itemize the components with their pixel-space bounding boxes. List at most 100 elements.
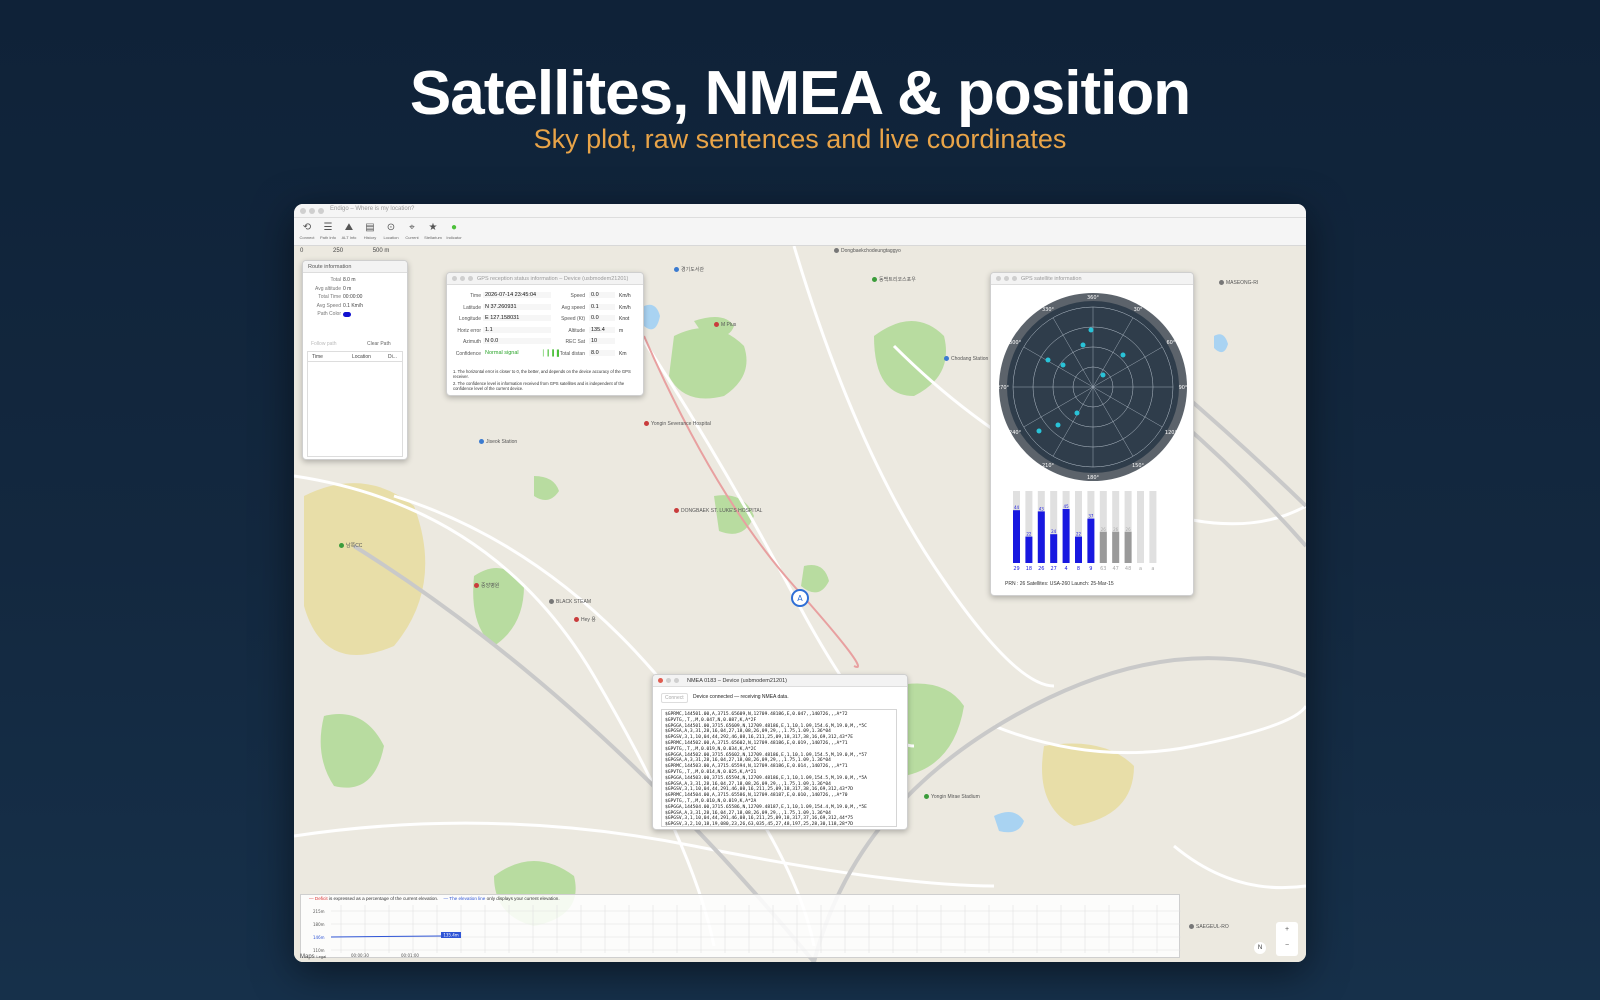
map-poi[interactable]: Dongbaekchodeungtaggyo (834, 248, 901, 254)
gps-value: 0.0 (589, 315, 615, 321)
route-label: Path Color (317, 311, 341, 317)
toolbar-current-button[interactable]: ⌖ Current (403, 221, 421, 243)
map-poi[interactable]: M Plus (714, 322, 736, 328)
poi-label: 남쪽CC (346, 543, 363, 549)
gps-label: Latitude (463, 304, 481, 311)
snr-bar (1087, 518, 1095, 563)
zoom-button[interactable] (318, 208, 324, 214)
stellarium-icon: ★ (428, 222, 438, 233)
snr-bar-chart: 44 29 22 18 43 26 24 27 45 4 22 8 37 9 26 63 26 47 26 48 a a (1013, 491, 1157, 572)
map-poi[interactable]: 경기도서관 (674, 266, 704, 273)
gps-unit: Km/h (619, 293, 631, 299)
close-button[interactable] (300, 208, 306, 214)
gps-label: Horiz error (457, 327, 481, 334)
path-color-swatch[interactable] (343, 312, 351, 317)
gps-label: Total distan (559, 350, 585, 357)
skyplot-azimuth-label: 90° (1179, 385, 1188, 391)
gps-label: Time (470, 293, 481, 299)
map-view[interactable]: A 0 250 500 m Dongbaekchodeungtaggyo 동백트리… (294, 246, 1306, 962)
toolbar-indicator-button[interactable]: ● Indicator (445, 221, 463, 243)
follow-path-button[interactable]: Follow path (311, 341, 337, 347)
map-poi[interactable]: Chodang Station (944, 356, 988, 362)
map-poi[interactable]: 동백트리코스포우 (872, 276, 916, 283)
route-info-panel: Route information Total 8.0 m Avg altitude… (302, 260, 408, 460)
gps-panel-title: GPS reception status information – Devic… (447, 273, 643, 285)
toolbar-label: Location (383, 235, 399, 240)
snr-bar (1050, 534, 1058, 563)
snr-bar (1124, 531, 1132, 563)
toolbar-location-button[interactable]: ⊙ Location (382, 221, 400, 243)
gps-label: Speed (Kt) (561, 316, 585, 322)
poi-pin-icon (834, 248, 839, 254)
map-poi[interactable]: SAEGEUL-RO (1189, 924, 1229, 930)
poi-pin-icon (714, 322, 719, 328)
map-poi[interactable]: Jiseok Station (479, 439, 517, 445)
gps-notes: 1. The horizontal error is closer to 0, … (453, 369, 639, 391)
map-poi[interactable]: MASEONG-RI (1219, 280, 1258, 286)
poi-pin-icon (549, 599, 554, 605)
title-bar: Endigo – Where is my location? (294, 204, 1306, 218)
route-column-header[interactable]: Di... (388, 354, 397, 360)
compass-button[interactable]: N (1254, 942, 1266, 954)
zoom-control[interactable]: + − (1276, 922, 1298, 956)
gps-label: Longitude (459, 316, 481, 322)
minimize-button[interactable] (309, 208, 315, 214)
gps-value: 0.0 (589, 292, 615, 298)
map-poi[interactable]: Yongin Severance Hospital (644, 421, 711, 427)
gps-value: N 37.260931 (483, 303, 551, 310)
altitude-icon: ⛰ (344, 222, 354, 233)
skyplot-azimuth-label: 300° (1009, 340, 1022, 346)
route-column-header[interactable]: Location (352, 354, 371, 360)
toolbar-label: History (363, 235, 377, 240)
route-column-header[interactable]: Time (312, 354, 323, 360)
poi-label: M Plus (721, 322, 737, 328)
map-poi[interactable]: Yongin Mirae Stadium (924, 794, 980, 800)
toolbar-alt-info-button[interactable]: ⛰ ALT Info (340, 221, 358, 243)
toolbar-path-info-button[interactable]: ☰ Path Info (319, 221, 337, 243)
route-value: 0.1 Km/h (343, 302, 364, 309)
snr-value-label: 22 (1026, 532, 1032, 537)
map-poi[interactable]: 중앙병원 (474, 582, 499, 589)
prn-label: 8 (1077, 566, 1080, 572)
poi-label: 중앙병원 (481, 583, 500, 589)
poi-label: Dongbaekchodeungtaggyo (841, 248, 901, 254)
toolbar-connect-button[interactable]: ⟲ Connect (298, 221, 316, 243)
toolbar-label: ALT Info (341, 235, 357, 240)
map-poi[interactable]: 남쪽CC (339, 542, 362, 549)
gps-value: 135.4 (589, 326, 615, 333)
path-info-icon: ☰ (323, 222, 333, 233)
prn-label: 47 (1113, 566, 1119, 572)
map-poi[interactable]: BLACK STEAM (549, 599, 591, 605)
gps-unit: Km/h (619, 304, 631, 311)
gps-value: 0.1 (589, 303, 615, 310)
toolbar-history-button[interactable]: ▤ History (361, 221, 379, 243)
poi-pin-icon (944, 356, 949, 362)
map-poi[interactable]: Hey 용 (574, 616, 596, 623)
gps-label: Azimuth (462, 339, 481, 345)
satellite-icon (1074, 410, 1080, 416)
route-value: 00:00:00 (343, 294, 363, 300)
nmea-log[interactable]: $GPRMC,144501.00,A,3715.65609,N,12709.48… (661, 709, 897, 827)
route-label: Total (330, 277, 341, 283)
clear-path-button[interactable]: Clear Path (367, 341, 391, 347)
map-poi[interactable]: DONGBAEK ST. LUKE'S HOSPITAL (674, 508, 762, 514)
window-title: Endigo – Where is my location? (330, 206, 415, 212)
sat-panel-title: GPS satellite information (991, 273, 1193, 285)
prn-label: 48 (1125, 566, 1131, 572)
hero-subtitle: Sky plot, raw sentences and live coordin… (533, 124, 1067, 154)
gps-label: Speed (570, 293, 585, 299)
elevation-y-label: 215m (313, 909, 325, 914)
gps-value: Normal signal (485, 349, 519, 356)
toolbar-stellarium-button[interactable]: ★ Stellarium (424, 221, 442, 243)
current-icon: ⌖ (409, 222, 415, 233)
route-table: Time Location Di... (307, 351, 403, 457)
prn-label: 63 (1100, 566, 1106, 572)
gps-unit: Km (619, 350, 627, 357)
snr-bar (1013, 510, 1020, 563)
nmea-connect-button[interactable]: Connect (661, 693, 688, 703)
scale-bar: 0 250 500 m (300, 248, 389, 254)
poi-label: Yongin Mirae Stadium (931, 794, 980, 800)
gps-unit: m (619, 327, 624, 334)
scale-mid: 250 (333, 248, 344, 254)
skyplot-azimuth-label: 30° (1134, 307, 1143, 313)
